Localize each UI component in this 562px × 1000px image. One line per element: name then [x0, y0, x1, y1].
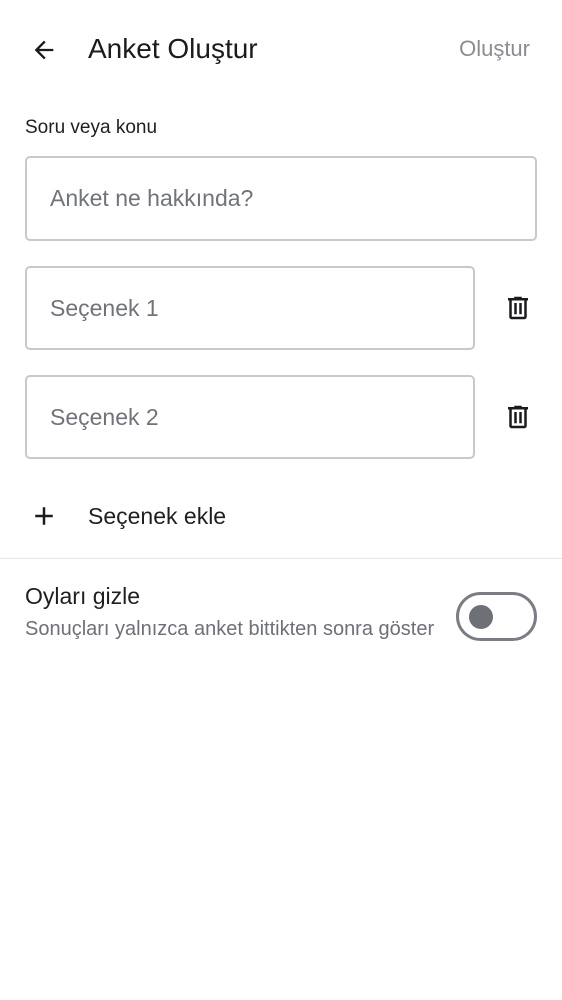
question-field-container — [25, 156, 537, 241]
add-option-label: Seçenek ekle — [88, 503, 227, 529]
question-input[interactable] — [27, 158, 535, 239]
toggle-knob — [469, 605, 493, 629]
top-app-bar: Anket Oluştur Oluştur — [0, 0, 562, 100]
delete-option-2-button[interactable] — [498, 397, 538, 437]
add-option-button[interactable]: Seçenek ekle — [0, 488, 562, 544]
hide-votes-description: Sonuçları yalnızca anket bittikten sonra… — [25, 618, 435, 640]
plus-icon — [28, 500, 60, 532]
arrow-left-icon — [34, 40, 54, 60]
back-button[interactable] — [24, 30, 64, 70]
option-2-input[interactable] — [27, 377, 473, 457]
trash-icon — [508, 296, 528, 320]
option-field-container — [25, 266, 475, 350]
option-field-container — [25, 375, 475, 459]
create-button[interactable]: Oluştur — [459, 34, 530, 64]
page-title: Anket Oluştur — [88, 33, 258, 64]
divider — [0, 558, 562, 559]
hide-votes-toggle[interactable] — [456, 592, 537, 641]
question-label: Soru veya konu — [25, 117, 158, 138]
delete-option-1-button[interactable] — [498, 288, 538, 328]
hide-votes-title: Oyları gizle — [25, 583, 141, 609]
option-1-input[interactable] — [27, 268, 473, 348]
trash-icon — [508, 405, 528, 429]
